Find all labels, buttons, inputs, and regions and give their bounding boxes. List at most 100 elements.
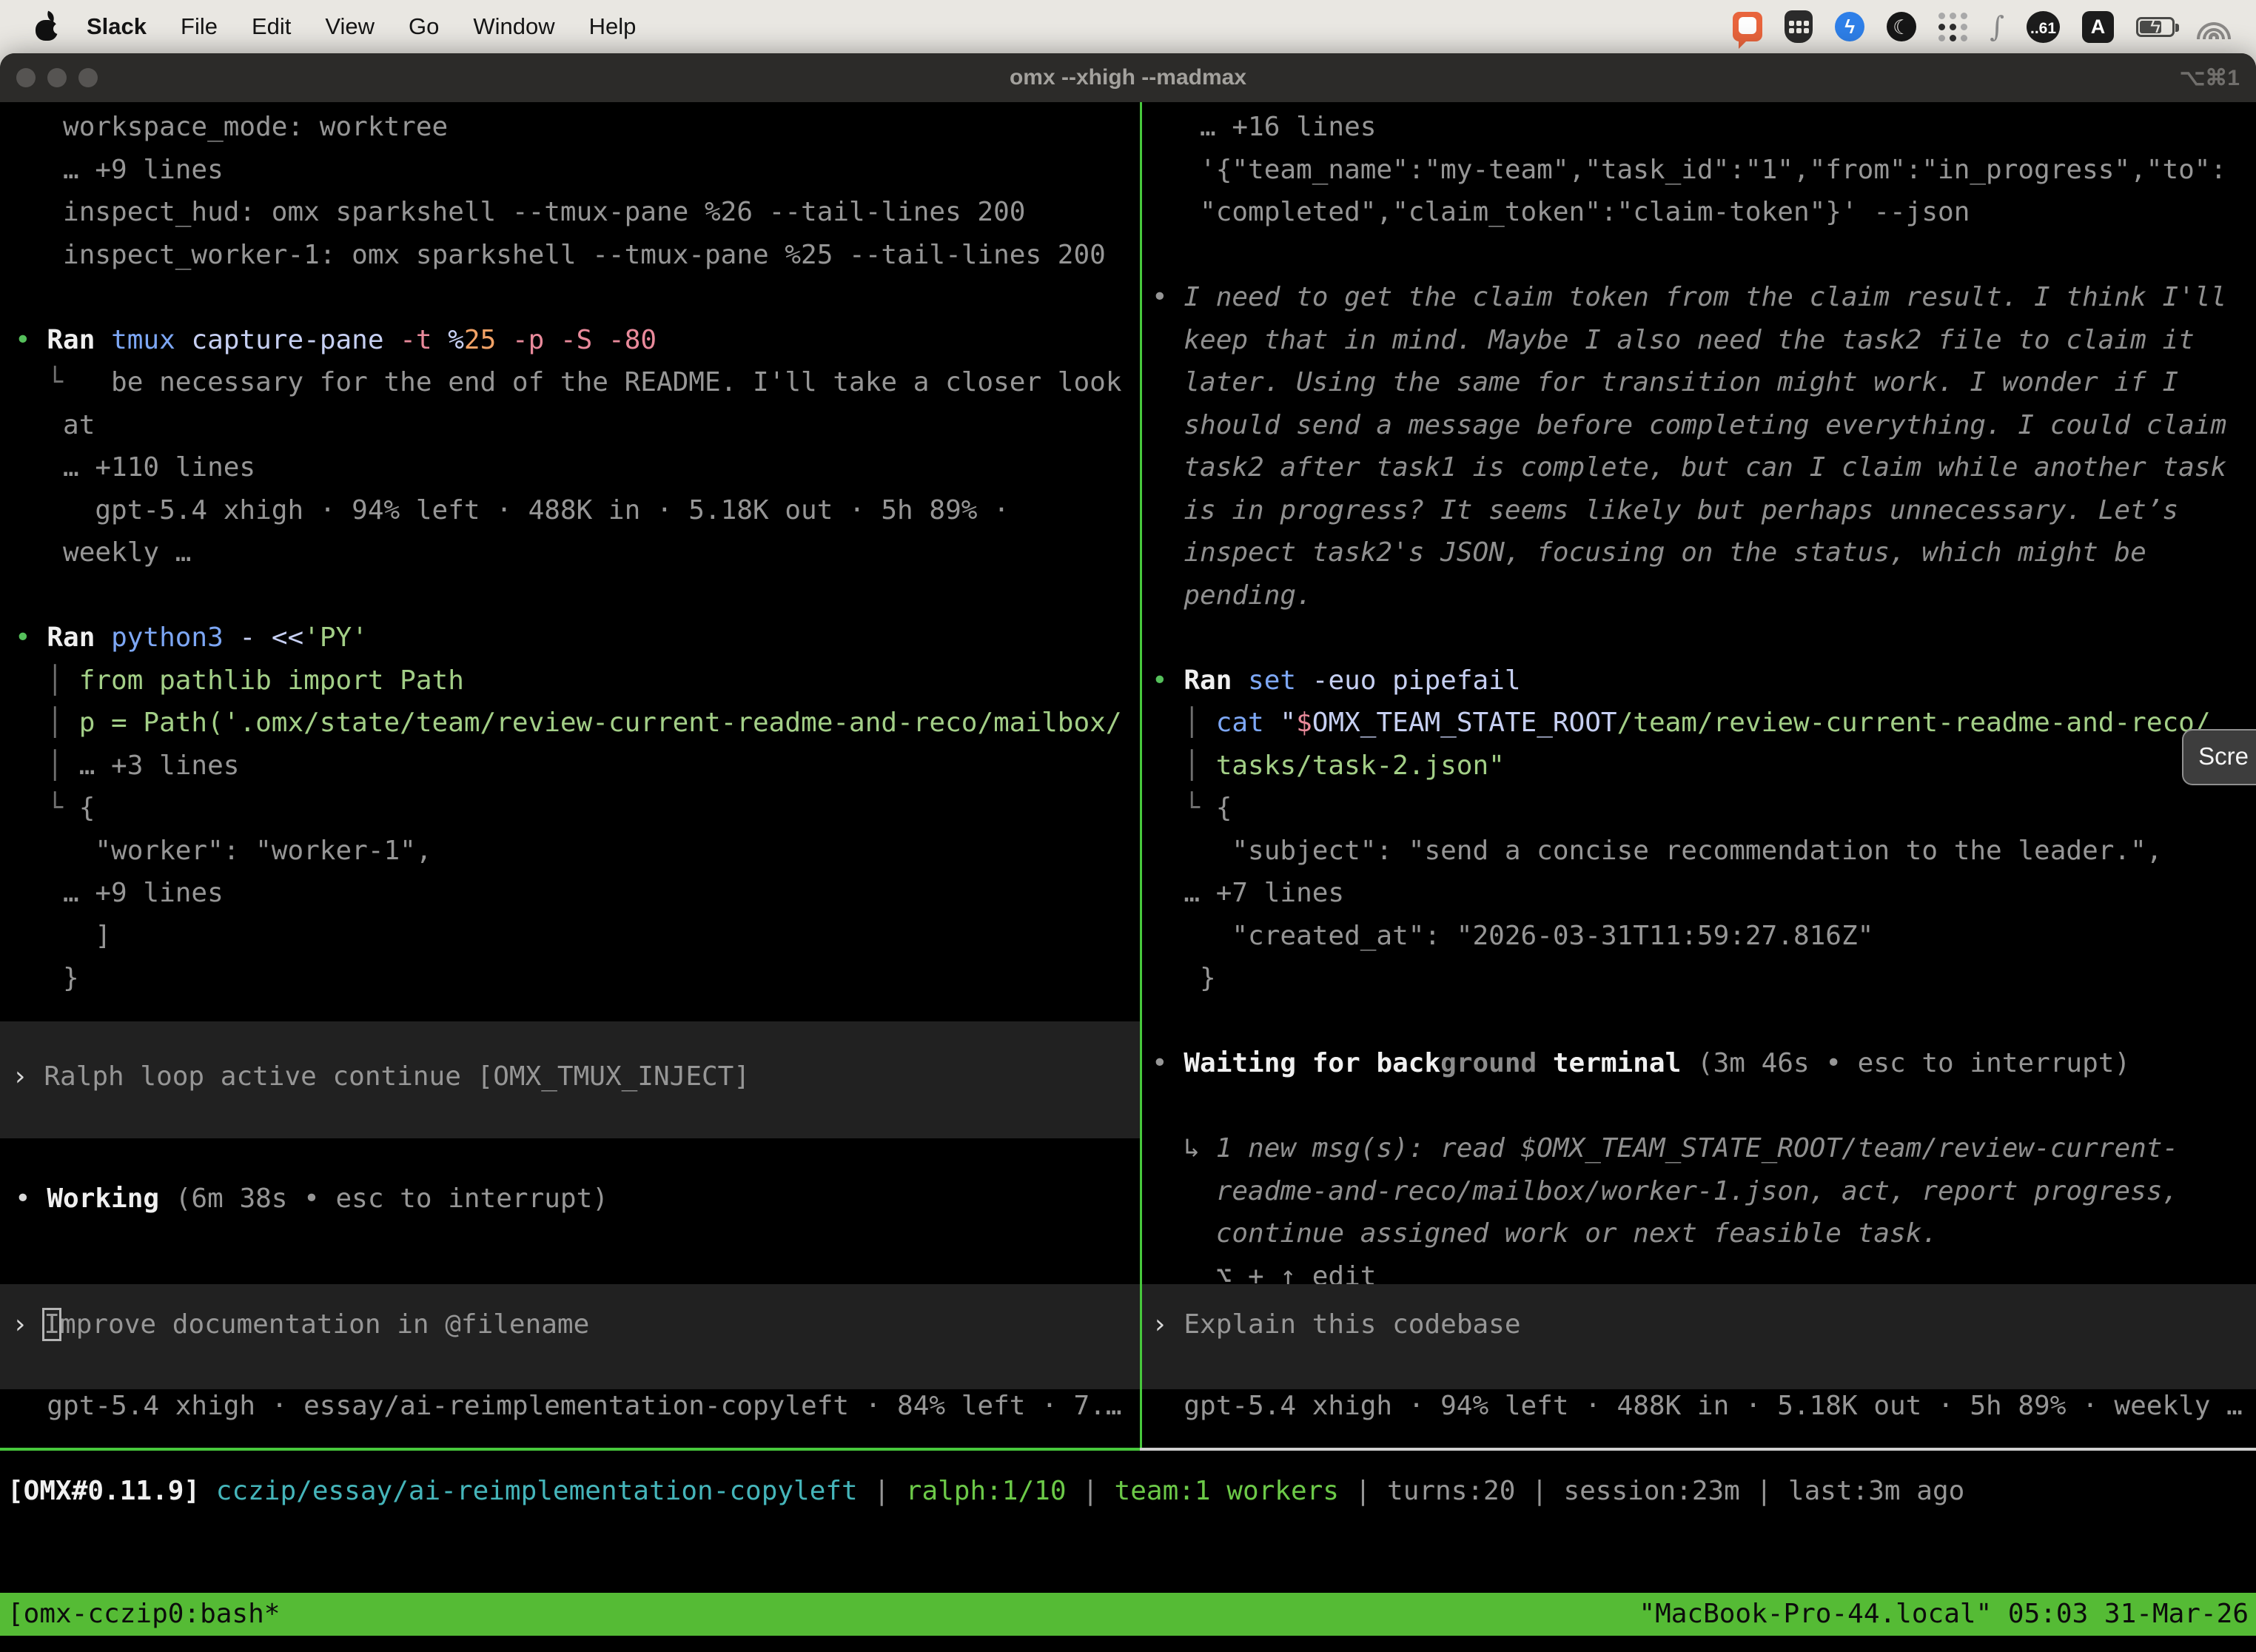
seg: is in progress? It seems likely but perh…	[1152, 495, 2178, 526]
seg: "completed","claim_token":"claim-token"}…	[1152, 197, 1970, 227]
seg: tasks/task-2.json"	[1216, 751, 1505, 781]
menu-bar: Slack File Edit View Go Window Help ϟ ☾ …	[0, 0, 2256, 53]
seg: │	[1152, 708, 1216, 738]
zoom-button[interactable]	[78, 68, 98, 87]
seg: {	[1216, 793, 1232, 823]
seg: ground	[1440, 1048, 1537, 1078]
seg: later. Using the same for transition mig…	[1152, 367, 2178, 397]
seg: cczip/essay/ai-reimplementation-copyleft	[216, 1476, 858, 1506]
count-badge-icon[interactable]: ..61	[2027, 11, 2060, 43]
left-pane-row-13: │ from pathlib import Path	[15, 659, 464, 702]
left-pane-row-10: weekly …	[15, 531, 191, 574]
omx-status-row: [OMX#0.11.9] cczip/essay/ai-reimplementa…	[7, 1470, 1964, 1513]
seg: readme-and-reco/mailbox/worker-1.json, a…	[1152, 1176, 2178, 1206]
menu-help[interactable]: Help	[572, 13, 654, 40]
left-pane-row-2: inspect_hud: omx sparkshell --tmux-pane …	[15, 191, 1025, 234]
seg: … +3 lines	[79, 751, 240, 781]
seg: '{"team_name":"my-team","task_id":"1","f…	[1152, 155, 2226, 185]
screenshot-popover[interactable]: Scre	[2182, 729, 2256, 785]
menu-view[interactable]: View	[308, 13, 392, 40]
seg: ›	[12, 1061, 44, 1092]
apple-menu-icon[interactable]	[34, 11, 59, 42]
seg: Ran	[47, 622, 111, 653]
moon-circle-icon[interactable]: ☾	[1887, 12, 1916, 41]
left-pane-row-6: └ be necessary for the end of the README…	[15, 361, 1122, 404]
seg: p = Path('.omx/state/team/review-current…	[79, 708, 1122, 738]
seg: workspace_mode: worktree	[15, 112, 448, 142]
seg: gpt-5.4 xhigh · essay/ai-reimplementatio…	[15, 1391, 1122, 1421]
right-pane-row-8: task2 after task1 is complete, but can I…	[1152, 446, 2226, 489]
terminal: Scre workspace_mode: worktree … +9 lines…	[0, 102, 2256, 1652]
seg: [OMX#0.11.9]	[7, 1476, 200, 1506]
seg: session:23m	[1563, 1476, 1739, 1506]
battery-bolt-glyph: ϟ	[2138, 15, 2172, 38]
menu-bar-status-icons: ϟ ☾ ∫ ..61 A ϟ	[1733, 10, 2231, 43]
battery-icon[interactable]: ϟ	[2136, 17, 2175, 37]
seg: •	[15, 325, 47, 355]
seg: }	[1152, 963, 1216, 993]
seg: -p	[512, 325, 560, 355]
keyboard-layout-icon[interactable]: A	[2082, 11, 2114, 43]
menu-file[interactable]: File	[164, 13, 235, 40]
left-pane-row-20: }	[15, 957, 79, 1000]
tmux-status-bar[interactable]: [omx-cczip0:bash*"MacBook-Pro-44.local" …	[0, 1593, 2256, 1636]
seg: |	[1339, 1476, 1387, 1506]
protection-shield-icon[interactable]: ϟ	[1835, 12, 1864, 41]
footer-divider-right	[1140, 1448, 2256, 1451]
menu-go[interactable]: Go	[392, 13, 456, 40]
menu-window[interactable]: Window	[456, 13, 571, 40]
right-pane-row-16: └ {	[1152, 787, 1232, 830]
left-session-status-row: gpt-5.4 xhigh · essay/ai-reimplementatio…	[15, 1385, 1122, 1428]
seg: (6m 38s • esc to interrupt)	[175, 1183, 608, 1214]
seg: -t	[400, 325, 448, 355]
window-shortcut-badge: ⌥⌘1	[2180, 65, 2240, 91]
seg: inspect_worker-1: omx sparkshell --tmux-…	[15, 240, 1106, 270]
seg: pending.	[1152, 580, 1312, 611]
pane-divider-vertical	[1140, 102, 1142, 1448]
right-pane-row-7: should send a message before completing …	[1152, 404, 2226, 447]
seg: └	[15, 793, 79, 823]
seg: ]	[15, 921, 111, 951]
seg: ›	[1152, 1309, 1184, 1340]
menu-app-name[interactable]: Slack	[70, 13, 164, 40]
right-pane-row-22: • Waiting for background terminal (3m 46…	[1152, 1042, 2130, 1085]
seg: team:1 workers	[1115, 1476, 1339, 1506]
seg: inspect_hud: omx sparkshell --tmux-pane …	[15, 197, 1025, 227]
left-pane-row-1: … +9 lines	[15, 149, 224, 192]
seg: weekly …	[15, 537, 191, 568]
left-pane-row-14: │ p = Path('.omx/state/team/review-curre…	[15, 702, 1122, 745]
shield-grid-icon[interactable]	[1785, 10, 1813, 43]
seg: last:3m ago	[1788, 1476, 1964, 1506]
seg: •	[15, 622, 47, 653]
seg: <<	[272, 622, 303, 653]
seg: continue assigned work or next feasible …	[1152, 1218, 1938, 1249]
seg: -S	[560, 325, 608, 355]
right-pane-row-18: … +7 lines	[1152, 872, 1344, 915]
window-titlebar[interactable]: omx --xhigh --madmax ⌥⌘1	[0, 53, 2256, 102]
apps-grid-icon[interactable]	[1938, 13, 1967, 41]
left-pane-row-5: • Ran tmux capture-pane -t %25 -p -S -80	[15, 319, 657, 362]
minimize-button[interactable]	[47, 68, 67, 87]
seg: Ran	[47, 325, 111, 355]
right-pane-row-26: continue assigned work or next feasible …	[1152, 1212, 1938, 1255]
seg: └	[1152, 793, 1216, 823]
ralph-status-row: › Ralph loop active continue [OMX_TMUX_I…	[12, 1055, 750, 1098]
seg: cat	[1216, 708, 1280, 738]
seg: set	[1248, 665, 1312, 696]
seg: mprove documentation in @filename	[60, 1309, 589, 1340]
wifi-icon[interactable]	[2197, 14, 2231, 39]
seg: should send a message before completing …	[1152, 410, 2226, 440]
seg: … +16 lines	[1152, 112, 1376, 142]
seg	[200, 1476, 216, 1506]
seg: task2 after task1 is complete, but can I…	[1152, 452, 2226, 483]
right-input-row[interactable]: › Explain this codebase	[1152, 1303, 1521, 1346]
hook-icon[interactable]: ∫	[1990, 10, 2004, 43]
screenshot-bubble-icon[interactable]	[1733, 12, 1762, 41]
left-pane-row-16: └ {	[15, 787, 95, 830]
moon-glyph: ☾	[1893, 16, 1910, 38]
seg: 1 new msg(s): read $OMX_TEAM_STATE_ROOT/…	[1216, 1133, 2178, 1164]
tmux-status-bar-right: "MacBook-Pro-44.local" 05:03 31-Mar-26	[1639, 1593, 2249, 1636]
menu-edit[interactable]: Edit	[235, 13, 308, 40]
close-button[interactable]	[16, 68, 36, 87]
left-input-row[interactable]: › Improve documentation in @filename	[12, 1303, 589, 1346]
